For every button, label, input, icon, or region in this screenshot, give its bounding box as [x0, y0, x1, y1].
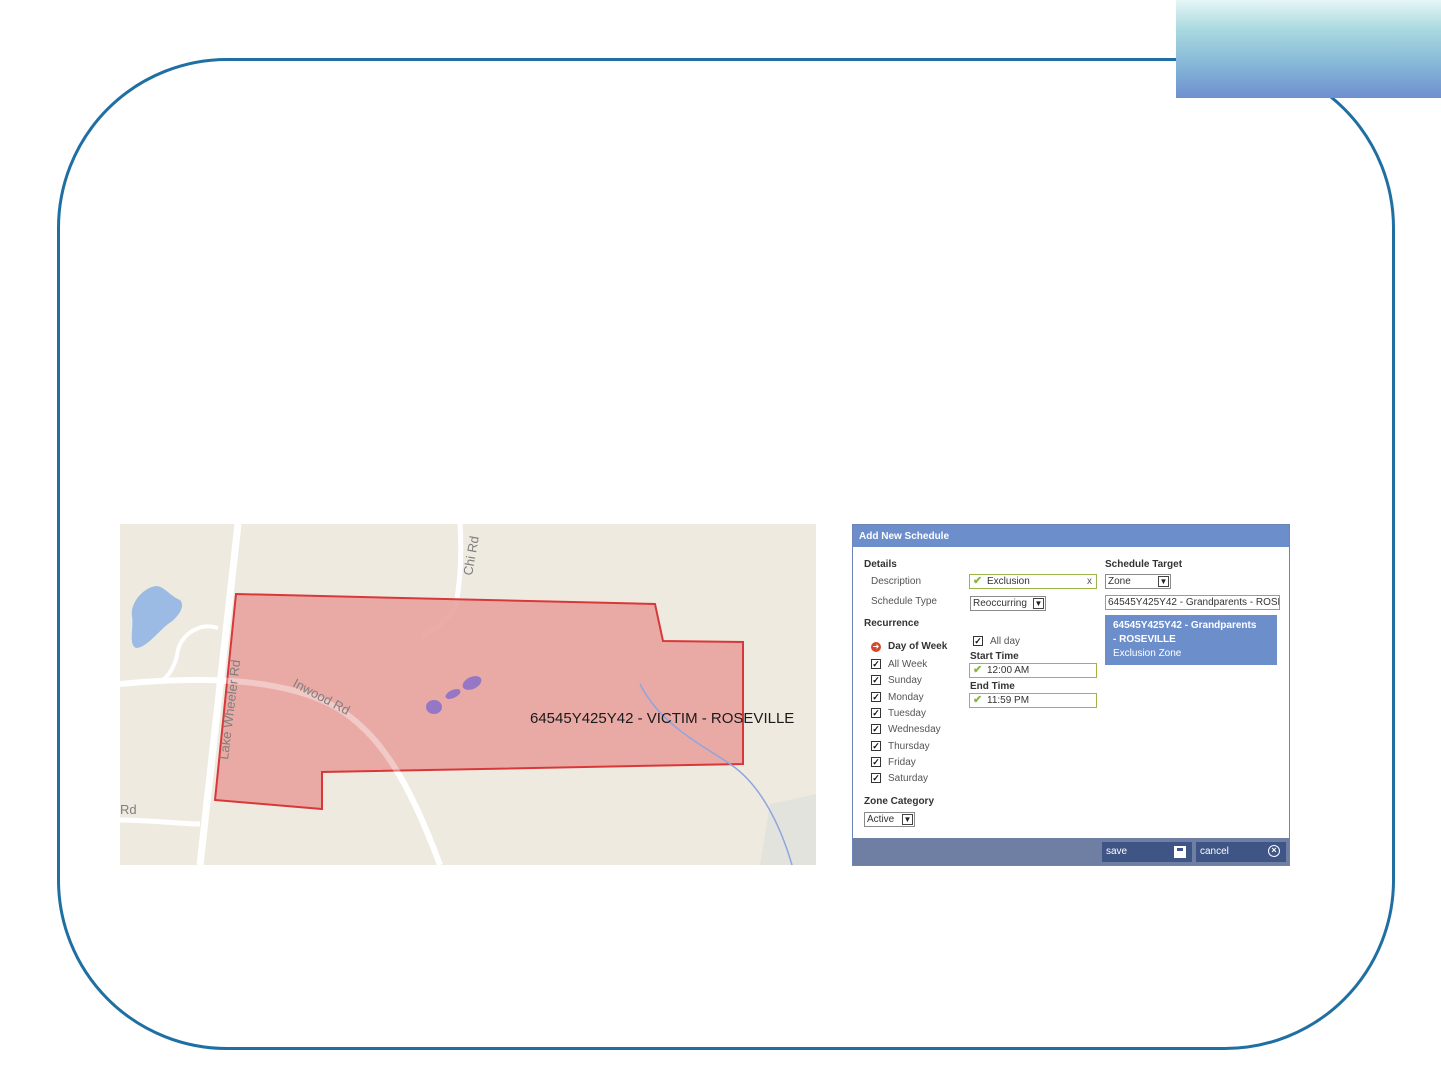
start-time-value: 12:00 AM [987, 665, 1030, 676]
chevron-down-icon: ▼ [1033, 598, 1044, 609]
checkbox[interactable]: ✓ [871, 740, 881, 751]
road-left-lower [120, 817, 201, 827]
schedule-type-select[interactable]: Reoccurring ▼ [970, 596, 1046, 611]
checkbox[interactable]: ✓ [973, 636, 983, 646]
end-time-field[interactable]: ✔ 11:59 PM [969, 693, 1097, 708]
day-label: Monday [888, 691, 924, 703]
target-search-input[interactable]: 64545Y425Y42 - Grandparents - ROSEVILLE [1105, 595, 1280, 610]
add-schedule-dialog: Add New Schedule Details Description ✔ E… [852, 524, 1290, 866]
day-label: Thursday [888, 740, 930, 752]
target-card-line2: - ROSEVILLE [1113, 634, 1176, 645]
chevron-down-icon: ▼ [1158, 576, 1169, 587]
target-search-value: 64545Y425Y42 - Grandparents - ROSEVILLE [1108, 597, 1279, 608]
checkbox[interactable]: ✓ [871, 773, 881, 784]
road-side [158, 624, 219, 684]
day-label: Tuesday [888, 707, 926, 719]
zone-category-select[interactable]: Active ▼ [864, 812, 915, 827]
zone-category-value: Active [867, 814, 895, 825]
target-card-line1: 64545Y425Y42 - Grandparents [1113, 620, 1257, 631]
day-label: Friday [888, 756, 916, 768]
road-label-partial: Rd [120, 802, 137, 817]
save-icon [1174, 846, 1186, 858]
cancel-button[interactable]: cancel × [1196, 842, 1286, 862]
save-button[interactable]: save [1102, 842, 1192, 862]
cancel-icon: × [1268, 845, 1280, 857]
valid-check-icon: ✔ [973, 664, 983, 676]
track-point [426, 700, 442, 714]
checkbox[interactable]: ✓ [871, 756, 881, 767]
zone-label: 64545Y425Y42 - VICTIM - ROSEVILLE [530, 710, 795, 727]
water-body [131, 586, 183, 648]
checkbox[interactable]: ✓ [871, 707, 881, 718]
schedule-type-value: Reoccurring [973, 598, 1027, 609]
day-label: Saturday [888, 773, 929, 785]
map-view[interactable]: Lake Wheeler Rd Inwood Rd Chi Rd Rd 6454… [120, 524, 816, 865]
schedule-target-heading: Schedule Target [1105, 559, 1183, 570]
corner-decoration [1176, 0, 1441, 98]
target-card-line3: Exclusion Zone [1113, 648, 1182, 659]
description-field[interactable]: ✔ Exclusion x [969, 574, 1097, 589]
end-time-label: End Time [970, 681, 1015, 692]
valid-check-icon: ✔ [973, 575, 983, 587]
start-time-field[interactable]: ✔ 12:00 AM [969, 663, 1097, 678]
zone-polygon [213, 592, 744, 811]
details-heading: Details [864, 559, 897, 570]
schedule-type-label: Schedule Type [871, 596, 937, 607]
day-label: Sunday [888, 675, 922, 687]
target-suggestion[interactable]: 64545Y425Y42 - Grandparents - ROSEVILLE … [1105, 615, 1277, 665]
day-label: Wednesday [888, 724, 941, 736]
target-type-select[interactable]: Zone ▼ [1105, 574, 1171, 589]
day-label: All Week [888, 659, 928, 670]
cancel-label: cancel [1200, 846, 1229, 857]
checkbox[interactable]: ✓ [871, 659, 881, 669]
all-day-label: All day [990, 636, 1021, 647]
dialog-footer: save cancel × [853, 838, 1289, 865]
description-label: Description [871, 576, 922, 587]
recurrence-heading: Recurrence [864, 618, 920, 629]
arrow-right-icon: ➜ [871, 642, 881, 652]
save-label: save [1106, 846, 1128, 857]
checkbox[interactable]: ✓ [871, 675, 881, 686]
dialog-title: Add New Schedule [853, 525, 1289, 547]
end-time-value: 11:59 PM [987, 695, 1030, 706]
description-value: Exclusion [987, 576, 1030, 587]
zone-category-heading: Zone Category [864, 796, 935, 807]
map-canvas: Lake Wheeler Rd Inwood Rd Chi Rd Rd [120, 524, 816, 865]
day-of-week-label: Day of Week [888, 641, 948, 652]
checkbox[interactable]: ✓ [871, 724, 881, 735]
clear-icon[interactable]: x [1087, 575, 1092, 588]
target-type-value: Zone [1108, 576, 1131, 587]
road-label-chi: Chi Rd [460, 535, 482, 577]
chevron-down-icon: ▼ [902, 814, 913, 825]
checkbox[interactable]: ✓ [871, 691, 881, 702]
valid-check-icon: ✔ [973, 694, 983, 706]
start-time-label: Start Time [970, 651, 1019, 662]
